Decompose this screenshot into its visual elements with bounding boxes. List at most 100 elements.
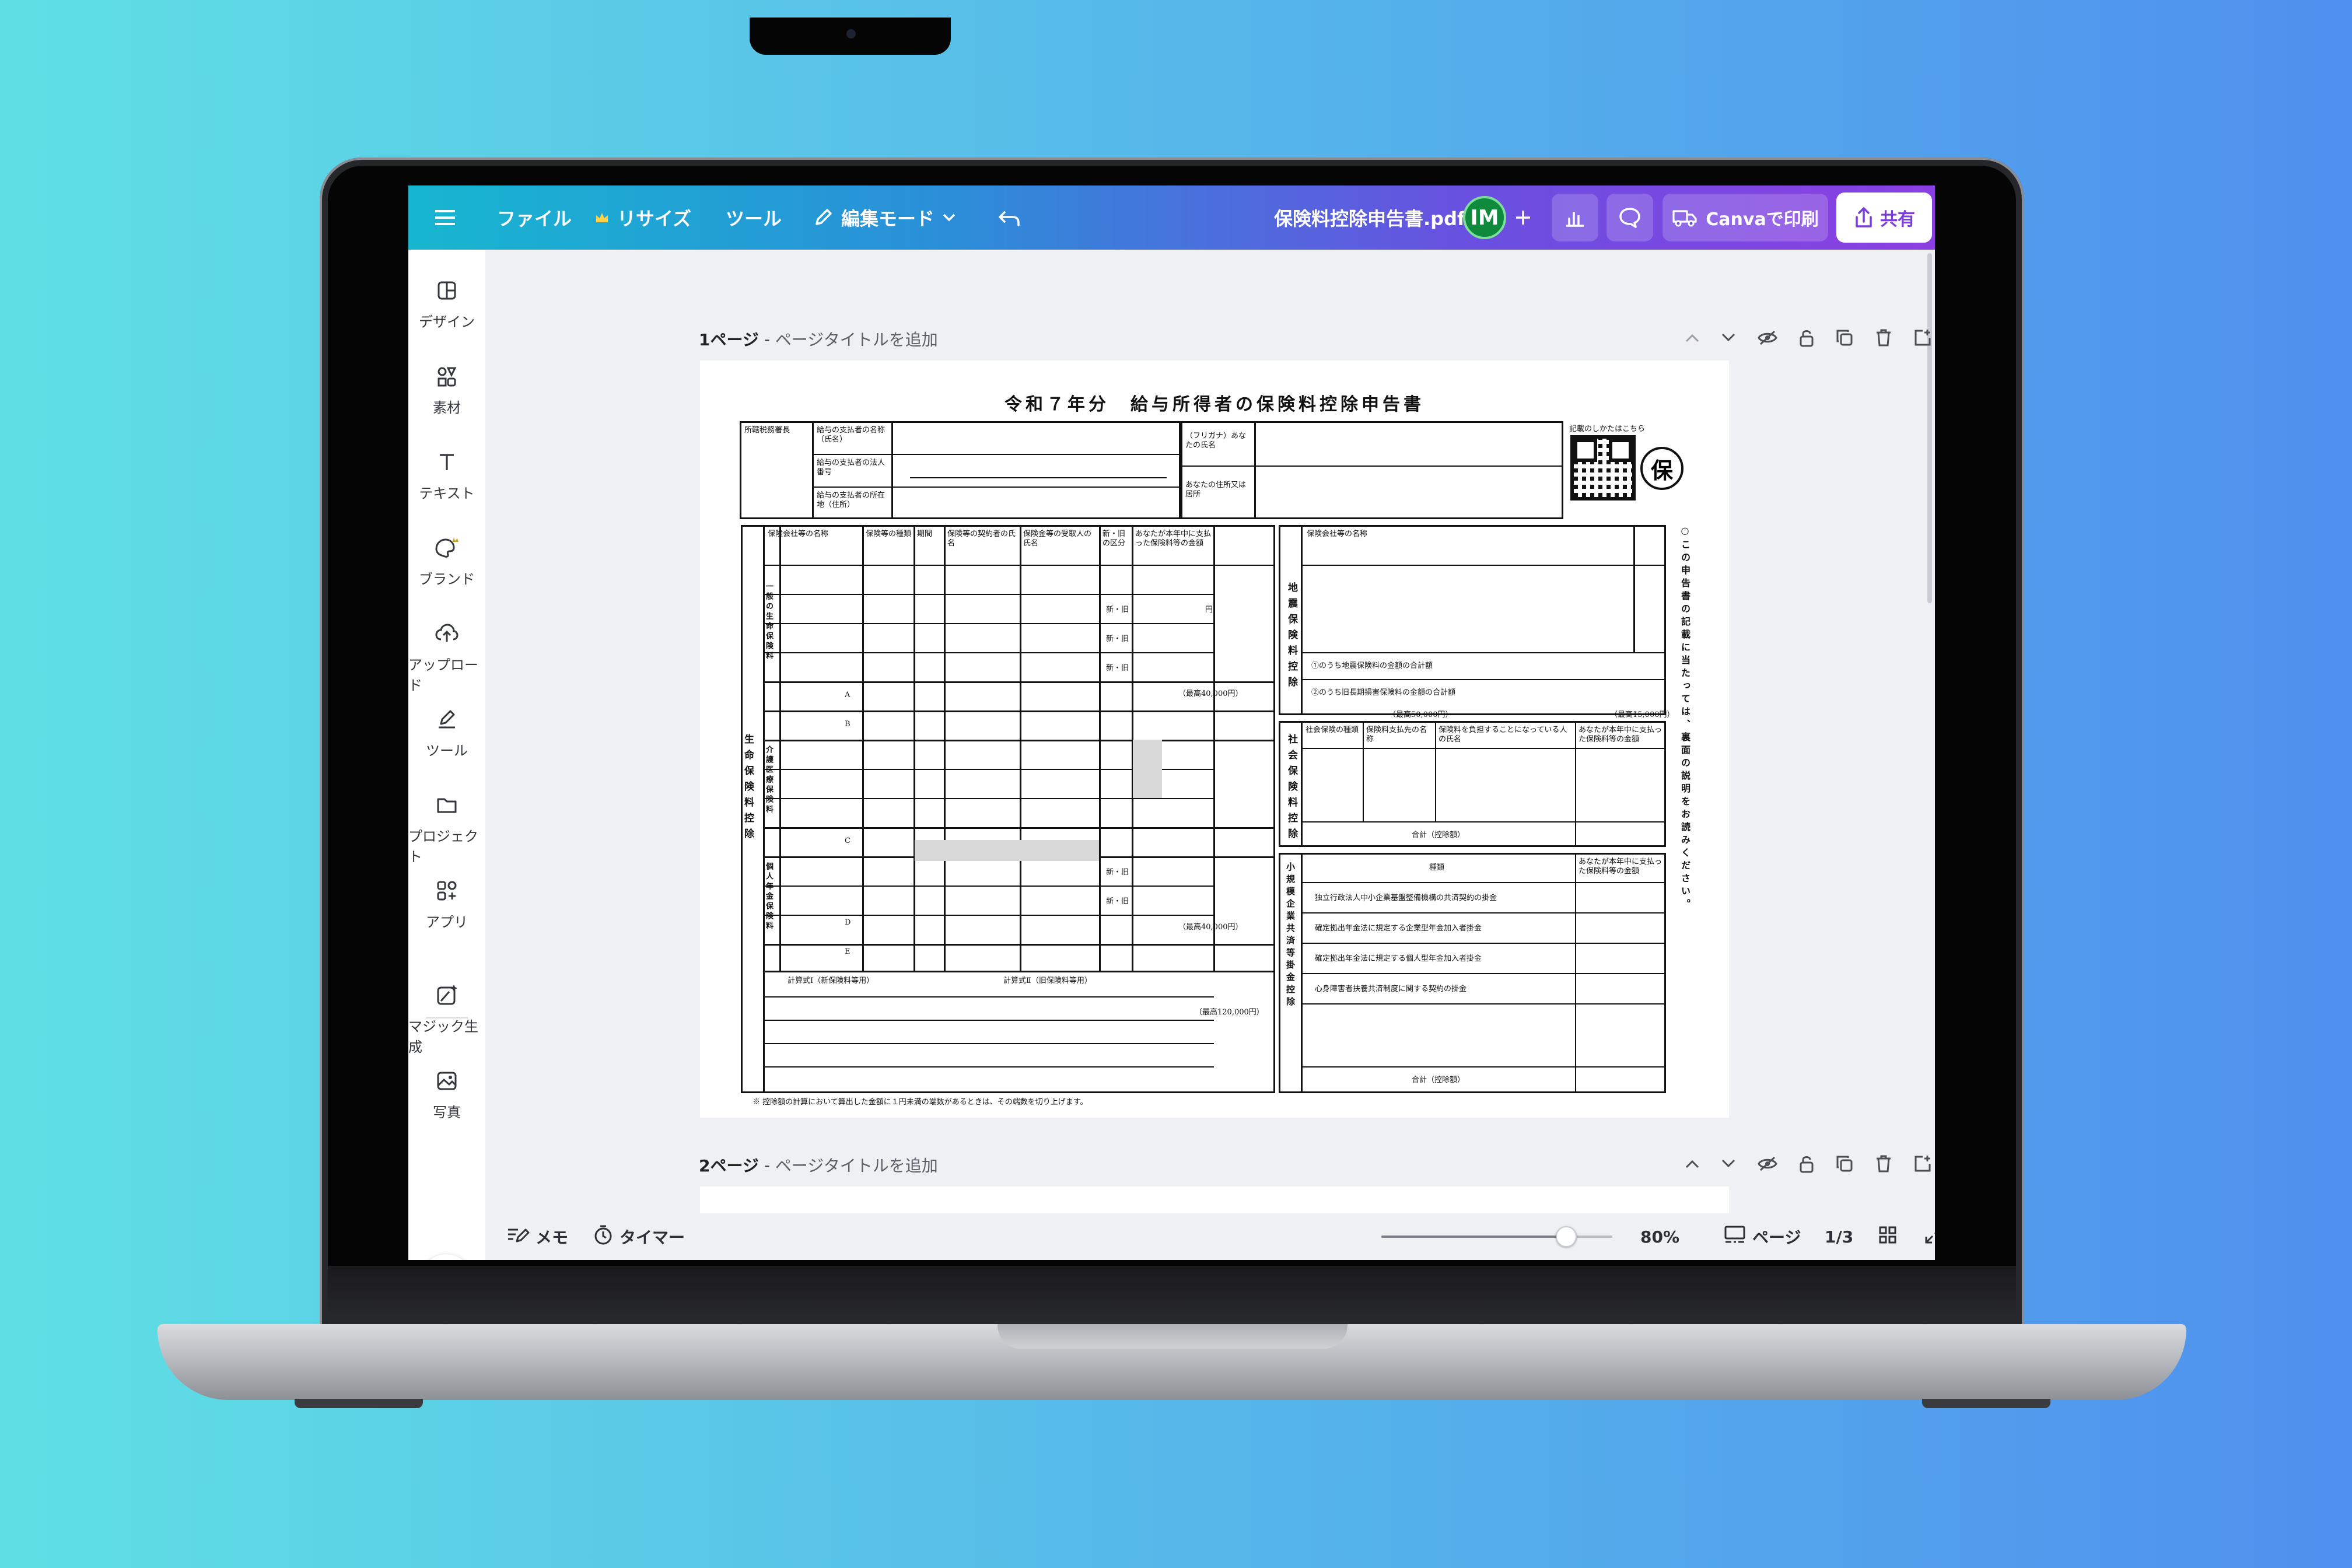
fullscreen-button[interactable] [1924, 1213, 1935, 1260]
sidebar-item-text[interactable]: テキスト [408, 450, 485, 502]
camera-notch [750, 18, 951, 55]
earthquake-table [1279, 525, 1666, 715]
contractor-header: 保険等の契約者の氏名 [947, 530, 1016, 548]
resize-button[interactable]: リサイズ [595, 186, 691, 250]
row-rule [1301, 679, 1666, 680]
divider-line [1020, 525, 1021, 971]
top-toolbar: ファイル リサイズ ツール 編集モード 保険料控除申告書.pdf IM Canv… [408, 186, 1935, 250]
sidebar-item-tools[interactable]: ツール [408, 708, 485, 760]
vertical-scrollbar[interactable] [1927, 253, 1932, 603]
sidebar-item-brand[interactable]: ブランド [408, 536, 485, 588]
sidebar-item-projects[interactable]: プロジェクト [408, 793, 485, 866]
lock-icon[interactable] [1799, 1154, 1814, 1175]
page-title-input[interactable]: ページタイトルを追加 [775, 1153, 938, 1177]
new-old-cell: 新・旧 [1106, 606, 1129, 614]
row-rule [1301, 1066, 1666, 1068]
payer-number-label: 給与の支払者の法人番号 [817, 459, 886, 477]
divider-line [862, 525, 864, 971]
comments-button[interactable] [1606, 194, 1653, 242]
trash-icon[interactable] [1875, 1154, 1892, 1175]
file-menu[interactable]: ファイル [497, 186, 572, 250]
menu-button[interactable] [435, 186, 455, 250]
page-2-header: 2ページ - ページタイトルを追加 [699, 1150, 938, 1180]
row-rule [765, 1066, 1214, 1068]
avatar-initials: IM [1470, 205, 1499, 230]
add-page-icon[interactable] [1913, 328, 1932, 349]
divider-line [1213, 525, 1215, 971]
row-label-e: E [845, 947, 850, 956]
row-rule [1301, 821, 1666, 822]
timer-label: タイマー [620, 1228, 685, 1247]
upload-icon [434, 622, 460, 649]
page-separator: - [758, 329, 775, 349]
document-title-text: 保険料控除申告書.pdf [1274, 208, 1465, 230]
base-groove [998, 1324, 1348, 1349]
sidebar-item-label: 写真 [433, 1104, 461, 1121]
page-count[interactable]: 1/3 [1825, 1213, 1853, 1260]
sidebar-item-photos[interactable]: 写真 [408, 1069, 485, 1121]
zoom-slider-handle[interactable] [1555, 1226, 1577, 1247]
grid-view-button[interactable] [1878, 1213, 1897, 1260]
period-header: 期間 [917, 530, 933, 538]
header-rule [1301, 748, 1666, 749]
zoom-level-text: 80% [1640, 1227, 1680, 1247]
print-with-canva-button[interactable]: Canvaで印刷 [1662, 194, 1828, 242]
shaded-cell [915, 840, 1099, 861]
bezel-chin [328, 1266, 2016, 1330]
hide-page-icon[interactable] [1757, 330, 1778, 348]
document-title[interactable]: 保険料控除申告書.pdf [1274, 186, 1465, 250]
share-button[interactable]: 共有 [1836, 192, 1932, 243]
zoom-slider[interactable] [1381, 1226, 1612, 1247]
pension-label: 個人年金保険料 [764, 862, 773, 932]
hide-page-icon[interactable] [1757, 1156, 1778, 1174]
chevron-down-icon[interactable] [1721, 332, 1736, 345]
comment-icon [1618, 206, 1642, 229]
add-page-icon[interactable] [1913, 1154, 1932, 1175]
edit-mode-dropdown[interactable]: 編集モード [813, 186, 956, 250]
hamburger-icon [435, 209, 455, 226]
tools-menu-label: ツール [726, 208, 782, 230]
divider-line [1435, 721, 1436, 821]
sidebar-item-design[interactable]: デザイン [408, 279, 485, 331]
timer-icon [593, 1224, 614, 1250]
new-old-cell: 新・旧 [1106, 897, 1129, 906]
footnote: ※ 控除額の計算において算出した金額に１円未満の端数があるときは、その端数を切り… [752, 1098, 1088, 1107]
avatar[interactable]: IM [1463, 196, 1506, 239]
tools-menu[interactable]: ツール [726, 186, 782, 250]
row-label-a: A [845, 691, 850, 699]
grid-view-icon [1878, 1226, 1897, 1248]
chevron-up-icon[interactable] [1685, 332, 1700, 345]
lock-icon[interactable] [1799, 328, 1814, 349]
pages-button[interactable]: ページ [1723, 1213, 1801, 1260]
new-old-cell: 新・旧 [1106, 868, 1129, 877]
zoom-level[interactable]: 80% [1640, 1213, 1679, 1260]
notes-button[interactable]: メモ [506, 1213, 568, 1260]
duplicate-icon[interactable] [1835, 1154, 1854, 1175]
sidebar-item-magic-media[interactable]: マジック生成 [408, 984, 485, 1056]
row-rule [765, 710, 1275, 712]
insights-button[interactable] [1552, 194, 1598, 242]
timer-button[interactable]: タイマー [593, 1213, 685, 1260]
page-title-input[interactable]: ページタイトルを追加 [775, 327, 938, 351]
shaded-cell [1133, 740, 1162, 798]
sidebar-item-upload[interactable]: アップロード [408, 622, 485, 694]
divider-line [1099, 525, 1101, 971]
chevron-up-icon[interactable] [1685, 1158, 1700, 1171]
number-guide-line [910, 477, 1167, 478]
page-1-canvas[interactable]: 令和７年分 給与所得者の保険料控除申告書 所轄税務署長 給与の支払者の名称（氏名… [700, 360, 1729, 1118]
chevron-down-icon[interactable] [1721, 1158, 1736, 1171]
text-icon [435, 450, 459, 477]
row-rule [1301, 912, 1666, 914]
canva-assistant-button[interactable] [421, 1254, 471, 1260]
add-collaborator-button[interactable] [1514, 186, 1532, 250]
duplicate-icon[interactable] [1835, 328, 1854, 349]
trash-icon[interactable] [1875, 328, 1892, 349]
social-payee-header: 保険料支払先の名称 [1366, 726, 1427, 744]
page-separator: - [758, 1155, 775, 1175]
row-rule [765, 827, 1275, 829]
sidebar-item-elements[interactable]: 素材 [408, 365, 485, 416]
max-120000-note: （最高120,000円） [1195, 1008, 1264, 1017]
calc1-label: 計算式Ⅰ（新保険料等用） [788, 977, 874, 985]
undo-button[interactable] [998, 186, 1021, 250]
sidebar-item-apps[interactable]: アプリ [408, 879, 485, 931]
